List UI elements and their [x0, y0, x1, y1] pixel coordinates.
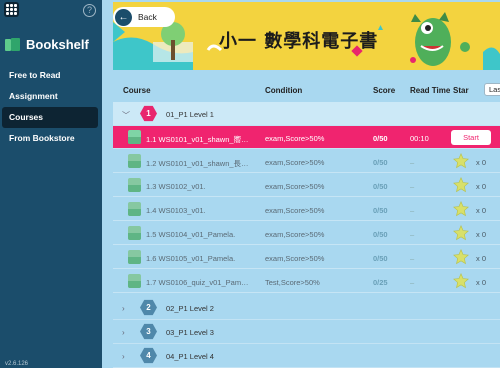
book-icon [128, 202, 141, 216]
star-count: x 0 [476, 278, 487, 287]
condition: exam,Score>50% [265, 230, 325, 239]
book-icon [128, 250, 141, 264]
brand-title: Bookshelf [26, 37, 89, 52]
score: 0/50 [373, 134, 388, 143]
score: 0/25 [373, 278, 388, 287]
star-icon [453, 177, 469, 193]
score: 0/50 [373, 158, 388, 167]
read-time: – [410, 278, 415, 287]
level-number-badge: 2 [140, 299, 157, 316]
version-label: v2.6.126 [5, 361, 29, 367]
star-count: x 0 [476, 158, 487, 167]
book-icon [128, 130, 141, 144]
chevron-right-icon[interactable]: › [122, 352, 125, 361]
course-row[interactable]: 1.3 WS0102_v01. exam,Score>50% 0/50 – x … [113, 174, 500, 197]
star-count: x 0 [476, 206, 487, 215]
sidebar-nav: Free to Read Assignment Courses From Boo… [0, 65, 102, 149]
score: 0/50 [373, 182, 388, 191]
score: 0/50 [373, 206, 388, 215]
level-number-badge: 1 [140, 105, 157, 122]
star-count: x 0 [476, 230, 487, 239]
sidebar: ? Bookshelf Free to Read Assignment Cour… [0, 0, 102, 368]
course-name: 1.7 WS0106_quiz_v01_Pam… [146, 278, 249, 287]
condition: exam,Score>50% [265, 206, 325, 215]
app-grid-icon[interactable] [4, 2, 19, 17]
brand: Bookshelf [5, 37, 89, 52]
star-icon [453, 249, 469, 265]
chevron-right-icon[interactable]: › [122, 328, 125, 337]
level-number-badge: 4 [140, 347, 157, 364]
start-button[interactable]: Start [451, 130, 491, 145]
table-header: Course Condition Score Read Time Star La… [113, 80, 500, 100]
course-row[interactable]: 1.7 WS0106_quiz_v01_Pam… Test,Score>50% … [113, 270, 500, 293]
back-label: Back [138, 12, 157, 22]
level-name: 01_P1 Level 1 [166, 110, 214, 119]
star-count: x 0 [476, 182, 487, 191]
course-row[interactable]: 1.1 WS0101_v01_shawn_嚮… exam,Score>50% 0… [113, 126, 500, 149]
sidebar-item-from-bookstore[interactable]: From Bookstore [2, 128, 98, 149]
sort-dropdown[interactable]: Last [484, 83, 500, 96]
star-count: x 0 [476, 254, 487, 263]
book-icon [128, 154, 141, 168]
star-icon [453, 153, 469, 169]
level-row[interactable]: › 4 04_P1 Level 4 [113, 344, 500, 368]
col-score: Score [373, 86, 396, 95]
chevron-right-icon[interactable]: › [122, 304, 125, 313]
sidebar-item-free-to-read[interactable]: Free to Read [2, 65, 98, 86]
level-number-badge: 3 [140, 323, 157, 340]
course-row[interactable]: 1.6 WS0105_v01_Pamela. exam,Score>50% 0/… [113, 246, 500, 269]
col-condition: Condition [265, 86, 303, 95]
banner-title: 小一 數學科電子書 [219, 31, 379, 52]
level-name: 03_P1 Level 3 [166, 328, 214, 337]
chevron-down-icon[interactable]: ﹀ [122, 110, 130, 121]
read-time: – [410, 254, 415, 263]
book-icon [128, 178, 141, 192]
condition: exam,Score>50% [265, 158, 325, 167]
course-name: 1.6 WS0105_v01_Pamela. [146, 254, 236, 263]
course-name: 1.3 WS0102_v01. [146, 182, 206, 191]
level-row[interactable]: › 2 02_P1 Level 2 [113, 296, 500, 320]
course-row[interactable]: 1.5 WS0104_v01_Pamela. exam,Score>50% 0/… [113, 222, 500, 245]
star-icon [453, 201, 469, 217]
course-row[interactable]: 1.4 WS0103_v01. exam,Score>50% 0/50 – x … [113, 198, 500, 221]
level-row[interactable]: ﹀ 1 01_P1 Level 1 [113, 102, 500, 126]
help-icon[interactable]: ? [83, 4, 96, 17]
book-icon [128, 274, 141, 288]
read-time: – [410, 158, 415, 167]
level-name: 02_P1 Level 2 [166, 304, 214, 313]
back-button[interactable]: ← Back [113, 7, 175, 27]
level-row[interactable]: › 3 03_P1 Level 3 [113, 320, 500, 344]
sidebar-item-assignment[interactable]: Assignment [2, 86, 98, 107]
col-read-time: Read Time [410, 86, 451, 95]
star-icon [453, 225, 469, 241]
arrow-left-icon: ← [115, 8, 132, 26]
course-name: 1.1 WS0101_v01_shawn_嚮… [146, 135, 249, 144]
course-name: 1.4 WS0103_v01. [146, 206, 206, 215]
col-star: Star [453, 86, 469, 95]
score: 0/50 [373, 230, 388, 239]
condition: exam,Score>50% [265, 182, 325, 191]
condition: Test,Score>50% [265, 278, 320, 287]
course-name: 1.5 WS0104_v01_Pamela. [146, 230, 236, 239]
star-icon [453, 273, 469, 289]
read-time: 00:10 [410, 134, 429, 143]
book-logo-icon [5, 37, 21, 52]
col-course: Course [123, 86, 151, 95]
score: 0/50 [373, 254, 388, 263]
condition: exam,Score>50% [265, 134, 325, 143]
sidebar-item-courses[interactable]: Courses [2, 107, 98, 128]
course-row[interactable]: 1.2 WS0101_v01_shawn_長… exam,Score>50% 0… [113, 150, 500, 173]
course-name: 1.2 WS0101_v01_shawn_長… [146, 159, 249, 168]
read-time: – [410, 230, 415, 239]
read-time: – [410, 182, 415, 191]
read-time: – [410, 206, 415, 215]
book-icon [128, 226, 141, 240]
level-name: 04_P1 Level 4 [166, 352, 214, 361]
condition: exam,Score>50% [265, 254, 325, 263]
